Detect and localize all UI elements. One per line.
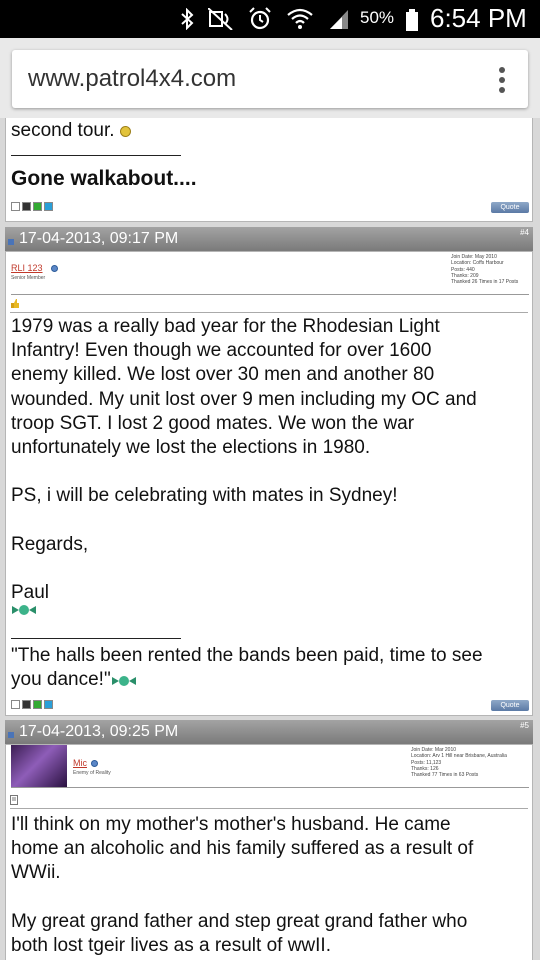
reply-icon[interactable]: [33, 700, 42, 709]
url-text[interactable]: www.patrol4x4.com: [28, 65, 236, 93]
quote-button[interactable]: Quote: [491, 700, 529, 711]
report-icon[interactable]: [11, 202, 20, 211]
thumbs-up-icon: [11, 299, 19, 308]
status-icons: [180, 5, 350, 33]
prev-post-text: second tour.: [11, 119, 131, 143]
signature-divider: [11, 638, 181, 639]
prev-signature: Gone walkabout....: [11, 167, 197, 190]
battery-icon: [406, 9, 418, 31]
alarm-icon: [249, 7, 271, 30]
wifi-icon: [287, 8, 313, 29]
post-date: 17-04-2013, 09:17 PM: [19, 230, 179, 247]
address-bar[interactable]: www.patrol4x4.com: [12, 50, 528, 108]
skype-icon[interactable]: [44, 700, 53, 709]
user-info: Join Date: Mar 2010 Location: Arv 1 Hill…: [411, 747, 507, 779]
quote-button[interactable]: Quote: [491, 202, 529, 213]
post-number[interactable]: #4: [520, 228, 529, 237]
avatar[interactable]: [11, 745, 67, 787]
user-bar: RLI 123 Senior Member Join Date: May 201…: [11, 252, 529, 295]
ip-icon[interactable]: [22, 202, 31, 211]
signature-divider: [11, 155, 181, 156]
divider: [10, 808, 528, 809]
battery-percent: 50%: [360, 8, 395, 27]
prev-post: second tour. Gone walkabout.... Quote: [5, 118, 533, 222]
post-header: 17-04-2013, 09:17 PM #4: [5, 227, 533, 251]
post-date: 17-04-2013, 09:25 PM: [19, 723, 179, 740]
smiley-icon: [119, 126, 131, 137]
clock: 6:54 PM: [430, 3, 527, 33]
skype-icon[interactable]: [44, 202, 53, 211]
signal-icon: [330, 10, 348, 29]
post-anchor-icon[interactable]: [8, 239, 14, 245]
online-status-icon: [51, 265, 58, 272]
overflow-menu-icon[interactable]: [498, 67, 506, 93]
browser-toolbar: www.patrol4x4.com: [0, 38, 540, 118]
post-body: RLI 123 Senior Member Join Date: May 201…: [5, 251, 533, 716]
divider: [10, 312, 528, 313]
user-title: Senior Member: [11, 275, 46, 281]
post-body: Mic Enemy of Reality Join Date: Mar 2010…: [5, 744, 533, 960]
reply-icon[interactable]: [33, 202, 42, 211]
post-message: I'll think on my mother's mother's husba…: [11, 814, 474, 956]
post-header: 17-04-2013, 09:25 PM #5: [5, 720, 533, 744]
post-anchor-icon[interactable]: [8, 732, 14, 738]
report-icon[interactable]: [11, 700, 20, 709]
salute-smiley-icon: [12, 605, 36, 615]
ip-icon[interactable]: [22, 700, 31, 709]
post-tools[interactable]: [11, 202, 53, 211]
username[interactable]: Mic: [73, 758, 87, 768]
user-bar: Mic Enemy of Reality Join Date: Mar 2010…: [11, 745, 529, 788]
post-tools[interactable]: [11, 700, 53, 709]
status-bar: 50% 6:54 PM: [0, 0, 540, 38]
post-signature: "The halls been rented the bands been pa…: [11, 645, 483, 691]
online-status-icon: [91, 760, 98, 767]
username[interactable]: RLI 123: [11, 263, 43, 273]
post-message: 1979 was a really bad year for the Rhode…: [11, 316, 477, 604]
bluetooth-icon: [181, 8, 194, 30]
forum-page: second tour. Gone walkabout.... Quote 17…: [0, 118, 540, 960]
post-icon: [10, 795, 18, 805]
user-title: Enemy of Reality: [73, 770, 111, 776]
post-number[interactable]: #5: [520, 721, 529, 730]
user-info: Join Date: May 2010 Location: Coffs Harb…: [451, 254, 519, 286]
mute-icon: [208, 8, 233, 30]
salute-smiley-icon: [111, 676, 136, 687]
